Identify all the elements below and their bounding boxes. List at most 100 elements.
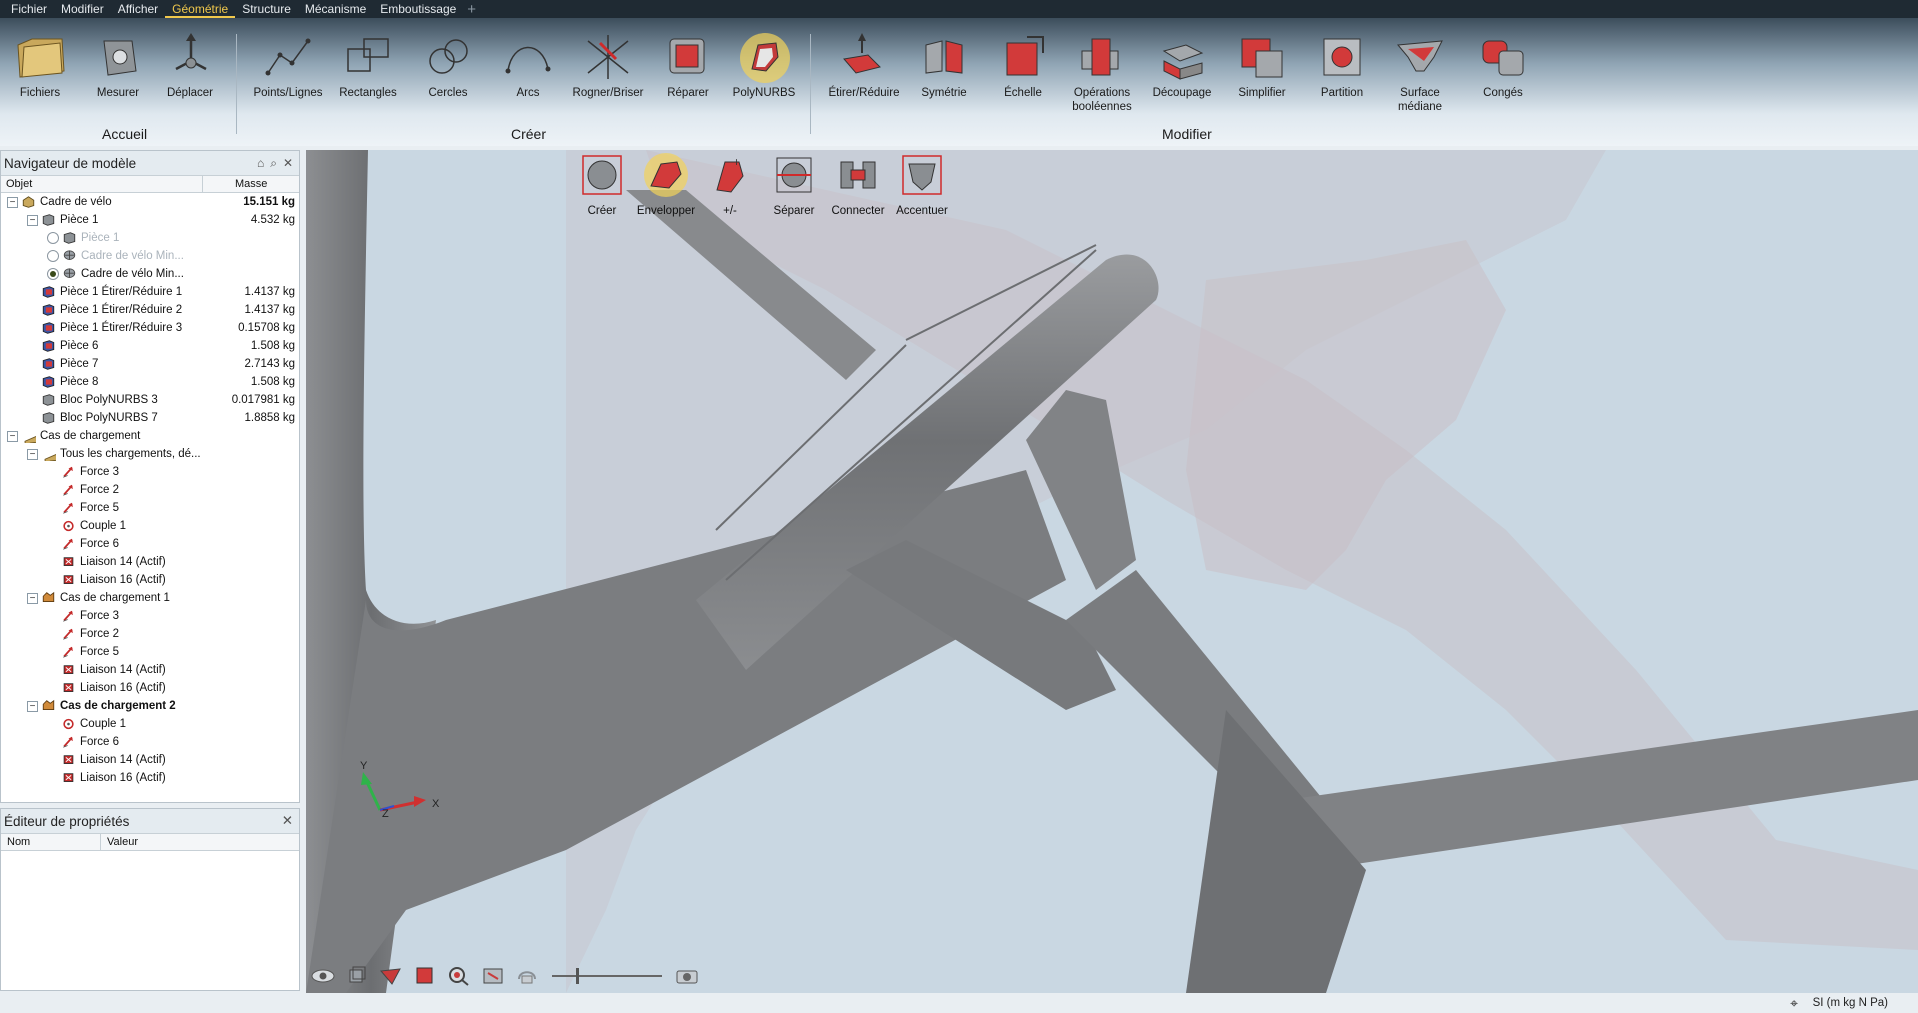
tree-item[interactable]: − Tous les chargements, dé... [1,445,299,463]
plus-minus-button[interactable]: + +/- [698,152,762,228]
units-indicator[interactable]: SI (m kg N Pa) [1813,997,1888,1009]
tree-item-label: Cas de chargement 2 [60,700,176,712]
tree-item[interactable]: Force 3 [1,463,299,481]
tree-item[interactable]: − Cas de chargement 1 [1,589,299,607]
column-header-mass[interactable]: Masse [203,176,299,192]
menu-geometrie[interactable]: Géométrie [165,0,236,18]
camera-icon[interactable] [674,965,700,987]
tree-item[interactable]: Force 5 [1,643,299,661]
rectangles-button[interactable]: Rectangles [328,30,408,120]
points-lines-button[interactable]: Points/Lignes [248,30,328,120]
folder-button[interactable]: Fichiers [0,30,80,120]
tree-item[interactable]: Cadre de vélo Min... [1,265,299,283]
select-box-icon[interactable] [412,965,438,987]
menu-modifier[interactable]: Modifier [54,0,111,18]
sharpen-button[interactable]: Accentuer [890,152,954,228]
red-part-icon [42,358,55,370]
tree-item[interactable]: Pièce 1 Étirer/Réduire 2 1.4137 kg [1,301,299,319]
boolean-button[interactable]: Opérations booléennes [1062,30,1142,120]
view-cube-icon[interactable] [344,965,370,987]
collapse-toggle[interactable]: − [27,592,38,604]
circles-button[interactable]: Cercles [408,30,488,120]
wrap-button[interactable]: Envelopper [634,152,698,228]
representation-radio[interactable] [47,268,59,280]
tree-item[interactable]: − Cas de chargement [1,427,299,445]
tree-item[interactable]: Cadre de vélo Min... [1,247,299,265]
tree-item[interactable]: Liaison 14 (Actif) [1,661,299,679]
move-button[interactable]: Déplacer [150,30,230,120]
menu-emboutissage[interactable]: Emboutissage [373,0,463,18]
tree-item[interactable]: Pièce 1 [1,229,299,247]
column-header-name[interactable]: Nom [1,834,101,850]
representation-radio[interactable] [47,232,59,244]
zoom-slider-thumb[interactable] [576,968,579,984]
tree-item[interactable]: Liaison 16 (Actif) [1,571,299,589]
polynurbs-button[interactable]: PolyNURBS [724,30,804,120]
fit-view-icon[interactable] [480,965,506,987]
tree-item[interactable]: Pièce 1 Étirer/Réduire 3 0.15708 kg [1,319,299,337]
simplify-button[interactable]: Simplifier [1222,30,1302,120]
collapse-toggle[interactable]: − [27,448,38,460]
measure-button[interactable]: Mesurer [78,30,158,120]
eye-icon[interactable] [310,965,336,987]
tree-item[interactable]: Pièce 8 1.508 kg [1,373,299,391]
collapse-toggle[interactable]: − [7,430,18,442]
tree-item[interactable]: Force 5 [1,499,299,517]
tree-item[interactable]: Pièce 6 1.508 kg [1,337,299,355]
menu-afficher[interactable]: Afficher [111,0,165,18]
column-header-object[interactable]: Objet [1,176,203,192]
tree-item[interactable]: Liaison 14 (Actif) [1,751,299,769]
tree-item[interactable]: Force 2 [1,481,299,499]
tree-item[interactable]: Bloc PolyNURBS 7 1.8858 kg [1,409,299,427]
zoom-icon[interactable] [446,965,472,987]
tree-item[interactable]: Bloc PolyNURBS 3 0.017981 kg [1,391,299,409]
pin-icon[interactable]: ⌂ [257,156,264,171]
partition-button[interactable]: Partition [1302,30,1382,120]
split-button[interactable]: Découpage [1142,30,1222,120]
close-icon[interactable]: ✕ [283,156,293,171]
zoom-slider[interactable] [552,968,662,984]
3d-viewport[interactable]: Y Z X [306,150,1918,993]
create-sphere-button[interactable]: Créer [570,152,634,228]
menu-fichier[interactable]: Fichier [4,0,54,18]
menu-structure[interactable]: Structure [235,0,298,18]
collapse-toggle[interactable]: − [27,700,38,712]
tree-item[interactable]: Force 3 [1,607,299,625]
push-pull-button[interactable]: Étirer/Réduire [824,30,904,120]
trim-button[interactable]: Rogner/Briser [568,30,648,120]
tree-item[interactable]: Pièce 1 Étirer/Réduire 1 1.4137 kg [1,283,299,301]
collapse-toggle[interactable]: − [7,196,18,208]
connect-button[interactable]: Connecter [826,152,890,228]
tree-item[interactable]: − Cadre de vélo 15.151 kg [1,193,299,211]
menu-mecanisme[interactable]: Mécanisme [298,0,373,18]
scale-button[interactable]: Échelle [983,30,1063,120]
midsurface-button[interactable]: Surface médiane [1380,30,1460,120]
rotate-view-icon[interactable] [514,965,540,987]
tree-item[interactable]: Liaison 14 (Actif) [1,553,299,571]
tree-item[interactable]: Force 6 [1,733,299,751]
tree-item[interactable]: Pièce 7 2.7143 kg [1,355,299,373]
tree-item[interactable]: Force 6 [1,535,299,553]
tree-item[interactable]: − Pièce 1 4.532 kg [1,211,299,229]
tree-item[interactable]: − Cas de chargement 2 [1,697,299,715]
section-icon[interactable] [378,965,404,987]
fillets-button[interactable]: Congés [1463,30,1543,120]
repair-button[interactable]: Réparer [648,30,728,120]
crosshair-icon[interactable]: ⌖ [1790,995,1798,1012]
close-icon[interactable]: ✕ [282,813,299,829]
arcs-button[interactable]: Arcs [488,30,568,120]
column-header-value[interactable]: Valeur [101,834,299,850]
mirror-button[interactable]: Symétrie [904,30,984,120]
tree-item[interactable]: Couple 1 [1,715,299,733]
search-icon[interactable]: ⌕ [270,156,277,171]
separate-button[interactable]: Séparer [762,152,826,228]
collapse-toggle[interactable]: − [27,214,38,226]
representation-radio[interactable] [47,250,59,262]
tree-item[interactable]: Liaison 16 (Actif) [1,679,299,697]
tree-item[interactable]: Liaison 16 (Actif) [1,769,299,787]
tree-item[interactable]: Force 2 [1,625,299,643]
sharpen-icon [902,155,942,195]
toolbar-button-label: Accentuer [896,205,948,217]
tree-item[interactable]: Couple 1 [1,517,299,535]
add-tab-icon[interactable]: + [463,1,480,18]
